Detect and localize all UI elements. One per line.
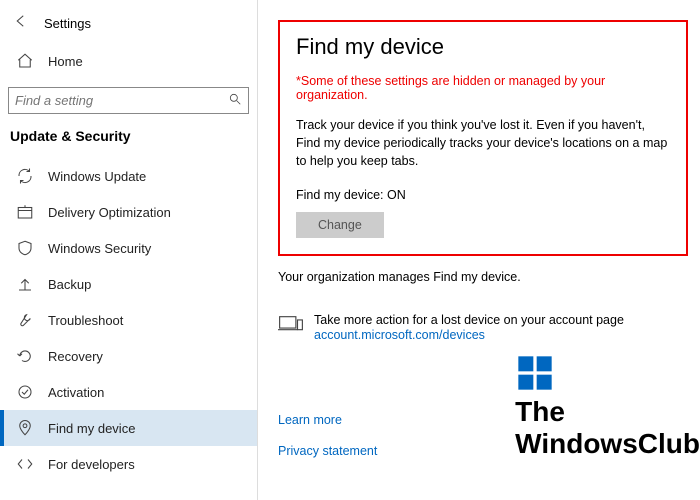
sidebar-item-label: Backup [48, 277, 91, 292]
sidebar-item-windows-update[interactable]: Windows Update [0, 158, 257, 194]
backup-icon [16, 275, 34, 293]
sidebar-item-label: Troubleshoot [48, 313, 123, 328]
sidebar-item-for-developers[interactable]: For developers [0, 446, 257, 482]
sidebar-item-recovery[interactable]: Recovery [0, 338, 257, 374]
sidebar-item-activation[interactable]: Activation [0, 374, 257, 410]
sync-icon [16, 167, 34, 185]
sidebar-item-backup[interactable]: Backup [0, 266, 257, 302]
delivery-icon [16, 203, 34, 221]
developers-icon [16, 455, 34, 473]
sidebar-item-delivery-optimization[interactable]: Delivery Optimization [0, 194, 257, 230]
sidebar-item-find-my-device[interactable]: Find my device [0, 410, 257, 446]
sidebar-item-home[interactable]: Home [0, 43, 257, 79]
highlighted-section: Find my device *Some of these settings a… [278, 20, 688, 256]
devices-icon [278, 314, 304, 337]
sidebar-item-label: Recovery [48, 349, 103, 364]
org-warning-text: *Some of these settings are hidden or ma… [296, 74, 670, 102]
shield-icon [16, 239, 34, 257]
activation-icon [16, 383, 34, 401]
sidebar-item-label: Activation [48, 385, 104, 400]
wrench-icon [16, 311, 34, 329]
sidebar-item-label: Find my device [48, 421, 135, 436]
category-header: Update & Security [0, 122, 257, 154]
sidebar-item-label: Home [48, 54, 83, 69]
sidebar-item-label: Delivery Optimization [48, 205, 171, 220]
org-manages-text: Your organization manages Find my device… [278, 270, 688, 284]
sidebar-item-troubleshoot[interactable]: Troubleshoot [0, 302, 257, 338]
feature-description: Track your device if you think you've lo… [296, 116, 670, 170]
search-field[interactable] [15, 93, 228, 108]
back-button[interactable] [8, 12, 34, 35]
account-devices-link[interactable]: account.microsoft.com/devices [314, 328, 485, 342]
learn-more-link[interactable]: Learn more [278, 413, 342, 427]
home-icon [16, 52, 34, 70]
feature-status: Find my device: ON [296, 188, 670, 202]
page-title: Find my device [296, 34, 670, 60]
search-input[interactable] [8, 87, 249, 114]
sidebar-item-windows-security[interactable]: Windows Security [0, 230, 257, 266]
search-icon [228, 92, 242, 109]
app-title: Settings [44, 16, 91, 31]
recovery-icon [16, 347, 34, 365]
location-icon [16, 419, 34, 437]
change-button[interactable]: Change [296, 212, 384, 238]
sidebar-item-label: Windows Update [48, 169, 146, 184]
sidebar-item-label: Windows Security [48, 241, 151, 256]
privacy-link[interactable]: Privacy statement [278, 444, 377, 458]
action-text: Take more action for a lost device on yo… [314, 313, 624, 327]
sidebar-item-label: For developers [48, 457, 135, 472]
